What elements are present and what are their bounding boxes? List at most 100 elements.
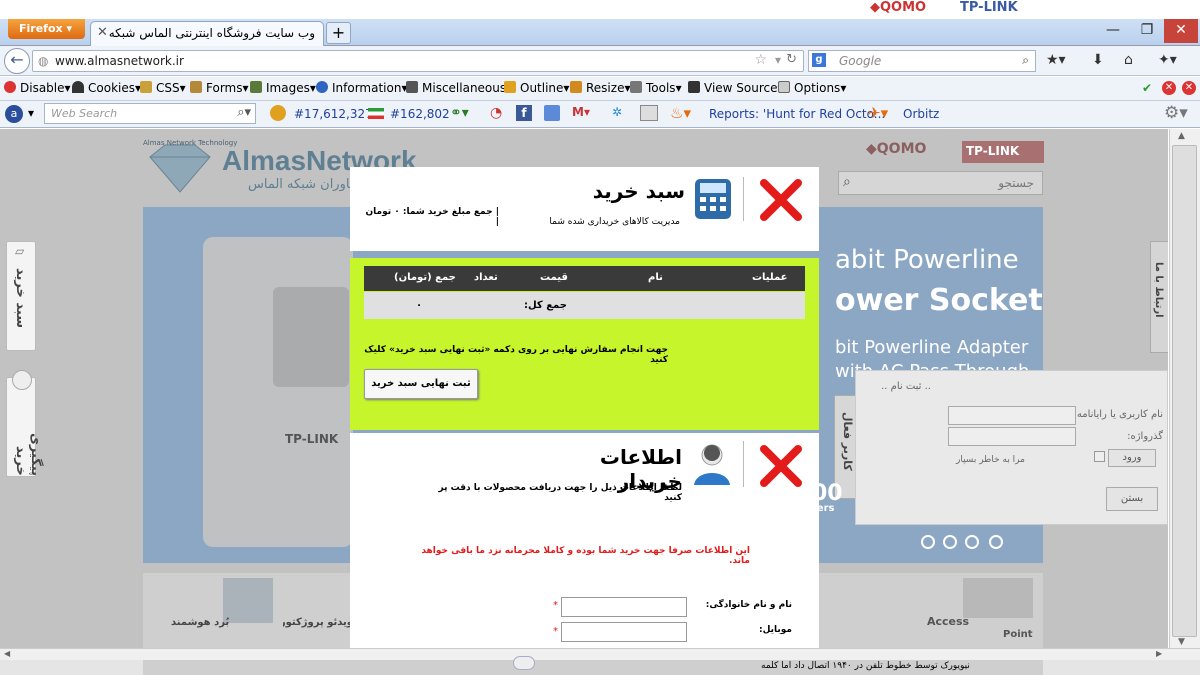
cart-table-header: عملیات نام قیمت تعداد جمع (تومان) <box>364 266 805 291</box>
buyer-close-icon[interactable] <box>758 443 804 489</box>
dev-images-menu[interactable]: Images▾ <box>250 81 316 95</box>
category-projector[interactable]: ویدئو پروژکتور <box>283 617 353 628</box>
category-point[interactable]: Point <box>1003 629 1033 640</box>
scroll-right-arrow[interactable]: ▶ <box>1156 649 1162 658</box>
reload-icon[interactable]: ↻ <box>786 52 797 67</box>
dev-misc-menu[interactable]: Miscellaneous▾ <box>406 81 512 95</box>
globe-icon: ◍ <box>38 54 49 68</box>
news-flame-icon[interactable]: ♨▾ <box>670 104 691 122</box>
home-icon[interactable]: ⌂ <box>1124 52 1133 68</box>
dev-options-menu[interactable]: Options▾ <box>778 81 846 95</box>
horizontal-scrollbar[interactable]: ◀ ▶ <box>0 648 1200 660</box>
col-name: نام <box>648 272 663 283</box>
dev-error-icon[interactable]: ✕ <box>1162 81 1176 95</box>
bookmark-star-icon[interactable]: ☆ <box>754 52 767 68</box>
card-icon[interactable] <box>640 105 658 121</box>
login-password-input[interactable] <box>948 427 1076 446</box>
slider-dot-3[interactable] <box>965 535 979 549</box>
web-search-input[interactable]: Web Search ⌕▾ <box>44 103 256 124</box>
google-engine-icon[interactable]: g <box>812 53 826 67</box>
search-box[interactable]: Google ⌕ <box>808 50 1036 72</box>
login-submit-button[interactable]: ورود <box>1108 449 1156 467</box>
share-icon[interactable] <box>544 105 560 121</box>
addon-icon[interactable]: ✦▾ <box>1158 52 1177 68</box>
firefox-menu-button[interactable]: Firefox ▾ <box>8 19 85 39</box>
web-search-icon[interactable]: ⌕▾ <box>237 105 251 120</box>
login-username-label: نام کاربری یا رایانامه: <box>1073 409 1163 420</box>
dev-disable-menu[interactable]: Disable▾ <box>4 81 71 95</box>
orbitz-icon[interactable]: ✈▾ <box>868 104 888 122</box>
side-tab-track[interactable]: پیگیری خرید <box>6 370 43 477</box>
web-search-placeholder: Web Search <box>51 107 118 120</box>
dev-check-icon[interactable]: ✔ <box>1142 81 1152 95</box>
search-icon[interactable]: ⌕ <box>1022 53 1029 68</box>
dev-resize-menu[interactable]: Resize▾ <box>570 81 630 95</box>
cart-total-summary: | جمع مبلغ خرید شما: ۰ تومان | <box>365 207 499 227</box>
alexa-icon <box>270 105 286 121</box>
buyer-name-input[interactable] <box>561 597 687 617</box>
buyer-mobile-input[interactable] <box>561 622 687 642</box>
calculator-cart-icon <box>695 179 731 219</box>
country-rank[interactable]: #162,802 <box>390 107 450 121</box>
scroll-down-arrow[interactable]: ▼ <box>1178 637 1185 647</box>
slider-dot-2[interactable] <box>943 535 957 549</box>
close-tab-icon[interactable]: ✕ <box>97 25 108 40</box>
news-headline[interactable]: Reports: 'Hunt for Red Octo... <box>709 107 885 121</box>
category-access[interactable]: Access <box>927 615 969 628</box>
dev-css-menu[interactable]: CSS▾ <box>140 81 186 95</box>
facebook-icon[interactable]: f <box>516 105 532 121</box>
news-ticker-text[interactable]: نیویورک توسط خطوط تلفن در ۱۹۴۰ اتصال داد… <box>761 661 970 671</box>
scroll-up-arrow[interactable]: ▲ <box>1178 131 1185 141</box>
minimize-button[interactable]: — <box>1096 19 1130 43</box>
dev-outline-menu[interactable]: Outline▾ <box>504 81 569 95</box>
product-socket <box>273 287 349 387</box>
dev-cookies-menu[interactable]: Cookies▾ <box>72 81 141 95</box>
dev-close-icon[interactable]: ✕ <box>1182 81 1196 95</box>
ask-dropdown-icon[interactable]: ▾ <box>28 106 34 120</box>
vertical-scroll-thumb[interactable] <box>1172 145 1197 637</box>
col-price: قیمت <box>540 272 568 283</box>
maximize-button[interactable]: ❐ <box>1130 19 1164 43</box>
new-tab-button[interactable]: + <box>326 22 351 44</box>
forms-icon <box>190 81 202 93</box>
ask-logo-icon[interactable]: a <box>5 105 23 123</box>
url-dropdown-icon[interactable]: ▾ <box>775 53 781 67</box>
cart-header-panel: سبد خرید مدیریت کالاهای خریداری شده شما … <box>350 167 819 251</box>
clock-icon[interactable]: ◔ <box>490 105 502 121</box>
download-icon[interactable]: ⬇ <box>1092 52 1104 68</box>
submit-cart-button[interactable]: ثبت نهایی سبد خرید <box>364 369 478 399</box>
dev-tools-menu[interactable]: Tools▾ <box>630 81 682 95</box>
orbitz-link[interactable]: Orbitz <box>903 107 939 121</box>
site-search-icon[interactable]: ⌕ <box>843 174 851 190</box>
dev-forms-menu[interactable]: Forms▾ <box>190 81 249 95</box>
scroll-left-arrow[interactable]: ◀ <box>4 649 10 658</box>
cart-close-icon[interactable] <box>758 177 804 223</box>
close-window-button[interactable]: ✕ <box>1164 19 1198 43</box>
link-icon[interactable]: ⚭▾ <box>450 105 469 121</box>
login-remember-checkbox[interactable] <box>1094 451 1105 462</box>
settings-gear-icon[interactable]: ⚙▾ <box>1164 103 1188 123</box>
slider-dot-1[interactable] <box>921 535 935 549</box>
slider-dot-4[interactable] <box>989 535 1003 549</box>
dev-information-menu[interactable]: Information▾ <box>316 81 408 95</box>
disable-icon <box>4 81 16 93</box>
side-tab-contact[interactable]: ارتباط با ما <box>1150 241 1168 353</box>
weather-icon[interactable]: ✲ <box>612 105 622 119</box>
side-tab-cart[interactable]: ▱ سبد خرید <box>6 241 36 351</box>
images-icon <box>250 81 262 93</box>
gmail-icon[interactable]: M▾ <box>572 105 590 119</box>
category-smart-board[interactable]: بُرد هوشمند <box>171 617 229 628</box>
product-plug-image: TP-LINK <box>203 237 353 547</box>
bookmarks-icon[interactable]: ★▾ <box>1046 52 1066 68</box>
track-side-icon <box>12 370 32 390</box>
buyer-name-label: نام و نام خانوادگی: <box>705 600 792 610</box>
login-username-input[interactable] <box>948 406 1076 425</box>
ticker-icon <box>513 656 535 670</box>
back-button[interactable]: ← <box>4 48 30 74</box>
site-search-input[interactable]: جستجو ⌕ <box>838 171 1043 195</box>
tab-active[interactable]: ✕ وب سایت فروشگاه اینترنتی الماس شبکه <box>90 21 324 46</box>
dev-view-source-menu[interactable]: View Source▾ <box>688 81 784 95</box>
url-bar[interactable]: ◍ www.almasnetwork.ir ☆ ▾ ↻ <box>32 50 804 72</box>
login-close-button[interactable]: بستن <box>1106 487 1158 511</box>
alexa-rank[interactable]: #17,612,327 <box>294 107 373 121</box>
